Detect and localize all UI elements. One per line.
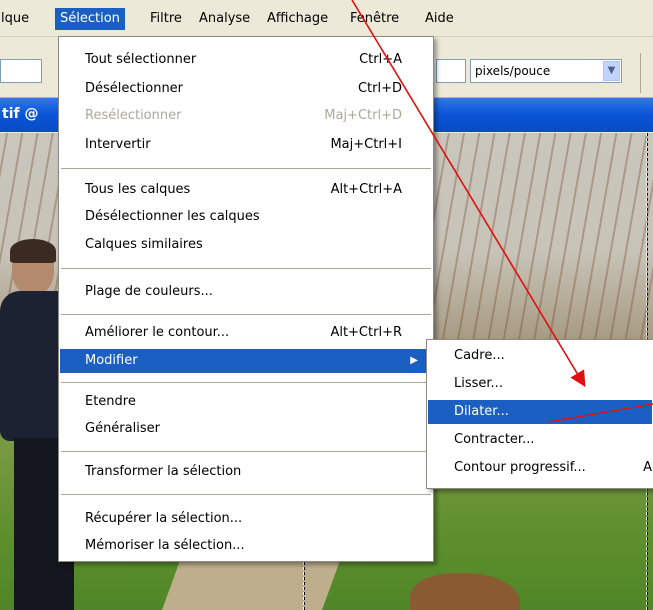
width-field[interactable] xyxy=(0,59,42,83)
menu-item-load-selection[interactable]: Récupérer la sélection... xyxy=(60,507,432,531)
submenu-item-smooth[interactable]: Lisser... xyxy=(428,372,652,396)
submenu-arrow-icon: ▶ xyxy=(410,355,418,366)
menu-filtre[interactable]: Filtre xyxy=(145,10,187,28)
menu-item-reselect[interactable]: Resélectionner Maj+Ctrl+D xyxy=(60,104,432,128)
menu-affichage[interactable]: Affichage xyxy=(262,10,333,28)
menu-item-select-all[interactable]: Tout sélectionner Ctrl+A xyxy=(60,48,432,72)
resolution-unit-value: pixels/pouce xyxy=(475,64,551,78)
document-title: tif @ xyxy=(2,106,39,122)
submenu-item-expand[interactable]: Dilater... xyxy=(428,400,652,424)
resolution-unit-select[interactable]: pixels/pouce ▼ xyxy=(470,59,622,83)
menu-separator xyxy=(61,494,431,495)
menu-item-save-selection[interactable]: Mémoriser la sélection... xyxy=(60,534,432,558)
menu-separator xyxy=(61,314,431,315)
menu-aide[interactable]: Aide xyxy=(420,10,459,28)
menu-calque[interactable]: lque xyxy=(0,10,34,28)
menu-item-similar-layers[interactable]: Calques similaires xyxy=(60,233,432,257)
chevron-down-icon[interactable]: ▼ xyxy=(603,61,620,81)
submenu-item-border[interactable]: Cadre... xyxy=(428,344,652,368)
modify-submenu: Cadre... Lisser... Dilater... Contracter… xyxy=(426,339,653,489)
menu-item-color-range[interactable]: Plage de couleurs... xyxy=(60,280,432,304)
resolution-field[interactable] xyxy=(436,59,466,83)
submenu-item-feather[interactable]: Contour progressif... A xyxy=(428,456,652,480)
menu-item-transform-selection[interactable]: Transformer la sélection xyxy=(60,460,432,484)
menu-item-modify[interactable]: Modifier ▶ xyxy=(60,349,432,373)
menu-fenetre[interactable]: Fenêtre xyxy=(345,10,404,28)
menu-item-deselect-layers[interactable]: Désélectionner les calques xyxy=(60,205,432,229)
submenu-item-contract[interactable]: Contracter... xyxy=(428,428,652,452)
menu-item-refine-edge[interactable]: Améliorer le contour... Alt+Ctrl+R xyxy=(60,321,432,345)
menu-separator xyxy=(61,168,431,169)
menu-item-inverse[interactable]: Intervertir Maj+Ctrl+I xyxy=(60,133,432,157)
menu-analyse[interactable]: Analyse xyxy=(194,10,255,28)
menu-item-similar[interactable]: Généraliser xyxy=(60,417,432,441)
menu-separator xyxy=(61,451,431,452)
menu-selection[interactable]: Sélection xyxy=(55,8,125,30)
menu-separator xyxy=(61,268,431,269)
menu-item-all-layers[interactable]: Tous les calques Alt+Ctrl+A xyxy=(60,178,432,202)
menu-bar: lque Sélection Filtre Analyse Affichage … xyxy=(0,0,653,37)
menu-item-deselect[interactable]: Désélectionner Ctrl+D xyxy=(60,77,432,101)
menu-separator xyxy=(61,382,431,383)
toolbar-divider xyxy=(640,53,641,93)
menu-item-grow[interactable]: Etendre xyxy=(60,390,432,414)
selection-menu: Tout sélectionner Ctrl+A Désélectionner Ct… xyxy=(58,36,434,562)
